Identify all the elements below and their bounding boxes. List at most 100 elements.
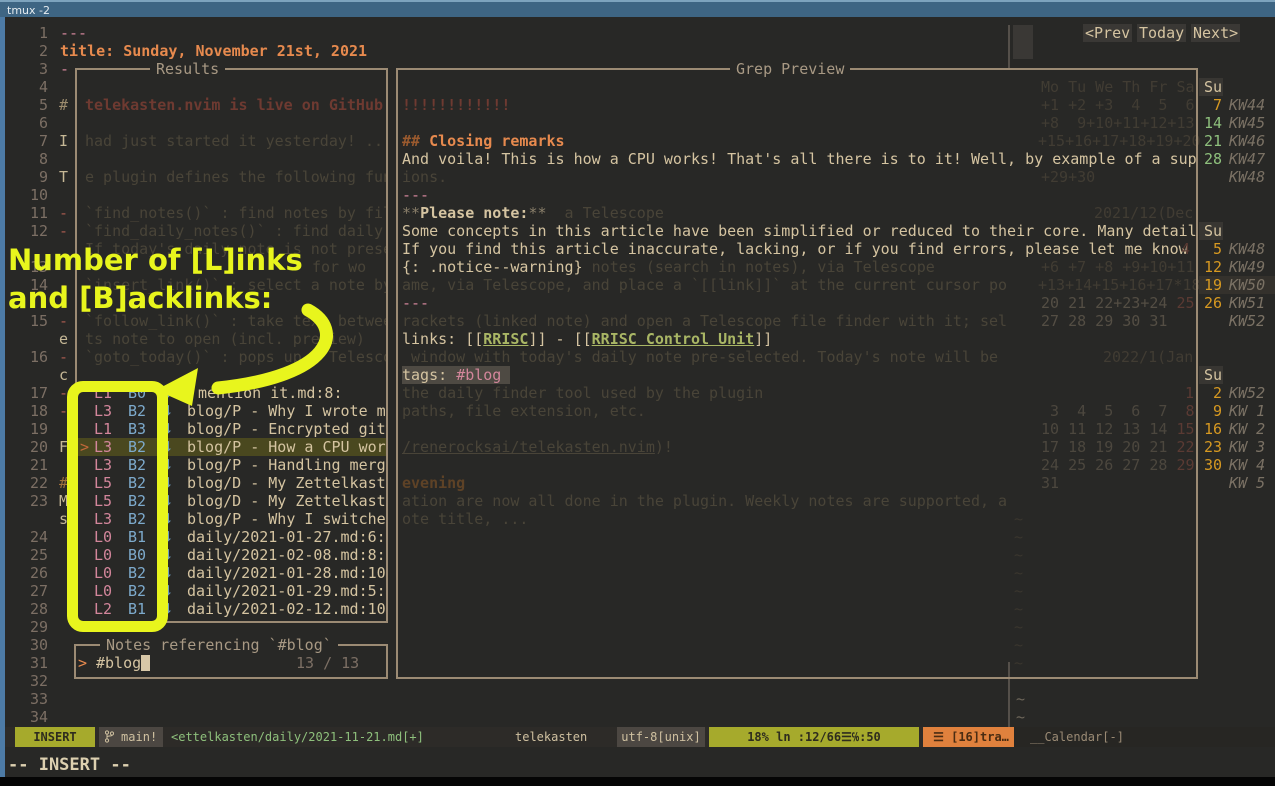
line-number: 5 — [28, 96, 48, 114]
plugin-name: telekasten — [515, 727, 587, 747]
line-number: 1 — [28, 24, 48, 42]
calendar-day[interactable]: 12 — [1200, 258, 1222, 276]
line-number: 23 — [28, 492, 48, 510]
tmux-titlebar: tmux -2 — [0, 0, 1275, 17]
result-name: blog/D - My Zettelkast — [187, 474, 388, 492]
result-name: daily/2021-01-28.md:10 — [187, 564, 388, 582]
gutter-mark: - — [59, 348, 68, 366]
prompt-input[interactable]: #blog — [96, 654, 141, 672]
calendar-day[interactable]: 30 — [1200, 456, 1222, 474]
line-number: 12 — [28, 222, 48, 240]
gutter-mark: # — [59, 96, 68, 114]
line-number: 25 — [28, 546, 48, 564]
calendar-week-number: KW 3 — [1229, 438, 1265, 456]
calendar-week-number: KW46 — [1229, 132, 1265, 150]
empty-line-tilde: ~ — [1016, 690, 1025, 708]
annotation-text-line1: Number of [L]inks — [8, 242, 303, 279]
cursor-position: 18% ln :12/66☰℅:50 — [709, 727, 919, 747]
line-number: 8 — [28, 150, 48, 168]
calendar-prev-button[interactable]: <Prev — [1083, 24, 1132, 42]
line-number: 6 — [28, 114, 48, 132]
result-name: blog/P - Handling merg — [187, 456, 388, 474]
calendar-today-button[interactable]: Today — [1137, 24, 1186, 42]
gutter-mark: - — [59, 222, 68, 240]
results-title: Results — [150, 60, 225, 78]
calendar-week-number: KW 4 — [1229, 456, 1265, 474]
trailing-whitespace-warning: ☰ [16]tra… — [923, 727, 1019, 747]
text-row: - — [60, 60, 69, 78]
result-name: blog/P - Encrypted git — [187, 420, 388, 438]
result-name: daily/2021-01-29.md:5: — [187, 582, 388, 600]
calendar-week-number: KW47 — [1229, 150, 1265, 168]
line-number: 28 — [28, 600, 48, 618]
calendar-weekday-header: Su — [1200, 222, 1222, 240]
statusbar: INSERT main! <ettelkasten/daily/2021-11-… — [5, 727, 1275, 747]
line-number: 34 — [28, 708, 48, 726]
line-number: 4 — [28, 78, 48, 96]
line-number: 22 — [28, 474, 48, 492]
line-number: 16 — [28, 348, 48, 366]
result-name: blog/P - How a CPU wor — [187, 438, 388, 456]
line-number: 19 — [28, 420, 48, 438]
calendar-day[interactable]: 9 — [1200, 402, 1222, 420]
file-encoding: utf-8[unix] — [617, 727, 705, 747]
pane-border-left — [0, 17, 5, 777]
git-branch-label: main! — [121, 730, 157, 744]
gutter-mark: T — [59, 168, 68, 186]
text-row: --- — [60, 24, 87, 42]
gutter-mark: e — [59, 330, 68, 348]
line-number: 18 — [28, 402, 48, 420]
line-number: 31 — [28, 654, 48, 672]
calendar-day[interactable]: 21 — [1200, 132, 1222, 150]
calendar-week-number: KW50 — [1229, 276, 1265, 294]
result-name: blog/P - Why I switche — [187, 510, 388, 528]
calendar-day[interactable]: 28 — [1200, 150, 1222, 168]
calendar-week-number: KW49 — [1229, 258, 1265, 276]
git-branch-segment: main! — [99, 727, 163, 747]
calendar-next-button[interactable]: Next> — [1191, 24, 1240, 42]
line-number: 21 — [28, 456, 48, 474]
gutter-mark: c — [59, 366, 68, 384]
file-path: <ettelkasten/daily/2021-11-21.md[+] — [171, 727, 424, 747]
terminal-screen: tmux -2 <Prev Today Next> 12345678910111… — [0, 0, 1275, 786]
calendar-week-number: KW 2 — [1229, 420, 1265, 438]
calendar-week-number: KW52 — [1229, 312, 1265, 330]
annotation-arrow-icon — [140, 298, 350, 410]
calendar-day[interactable]: 19 — [1200, 276, 1222, 294]
calendar-day[interactable]: 16 — [1200, 420, 1222, 438]
calendar-week-number: KW 5 — [1229, 474, 1265, 492]
calendar-week-number: KW51 — [1229, 294, 1265, 312]
calendar-week-number: KW48 — [1229, 168, 1265, 186]
window-separator-top — [1008, 25, 1010, 68]
prompt-title: Notes referencing `#blog` — [100, 636, 338, 654]
calendar-day[interactable]: 2 — [1200, 384, 1222, 402]
calendar-day[interactable]: 7 — [1200, 96, 1222, 114]
calendar-window-status: __Calendar[-] — [1014, 727, 1275, 747]
calendar-weekday-header: Su — [1200, 78, 1222, 96]
scrollbar-thumb[interactable] — [1013, 25, 1033, 59]
line-number: 29 — [28, 618, 48, 636]
git-branch-icon — [105, 730, 114, 743]
grep-preview-panel — [396, 68, 1198, 679]
line-number: 10 — [28, 186, 48, 204]
result-name: daily/2021-02-08.md:8: — [187, 546, 388, 564]
grep-preview-title: Grep Preview — [730, 60, 850, 78]
line-number: 32 — [28, 672, 48, 690]
empty-line-tilde: ~ — [1016, 708, 1025, 726]
calendar-day[interactable]: 5 — [1200, 240, 1222, 258]
calendar-week-number: KW52 — [1229, 384, 1265, 402]
calendar-week-number: KW44 — [1229, 96, 1265, 114]
calendar-day[interactable]: 26 — [1200, 294, 1222, 312]
calendar-week-number: KW 1 — [1229, 402, 1265, 420]
text-segment: title: Sunday, November 21st, 2021 — [60, 42, 367, 60]
calendar-weekday-header: Su — [1200, 366, 1222, 384]
terminal-content: <Prev Today Next> 1234567891011121314151… — [0, 17, 1275, 777]
line-number: 2 — [28, 42, 48, 60]
calendar-day[interactable]: 14 — [1200, 114, 1222, 132]
annotation-highlight-box — [67, 381, 168, 632]
calendar-day[interactable]: 23 — [1200, 438, 1222, 456]
tmux-title: tmux -2 — [7, 4, 50, 17]
vim-mode-message: -- INSERT -- — [8, 755, 131, 775]
gutter-mark: I — [59, 132, 68, 150]
text-cursor — [141, 655, 150, 671]
